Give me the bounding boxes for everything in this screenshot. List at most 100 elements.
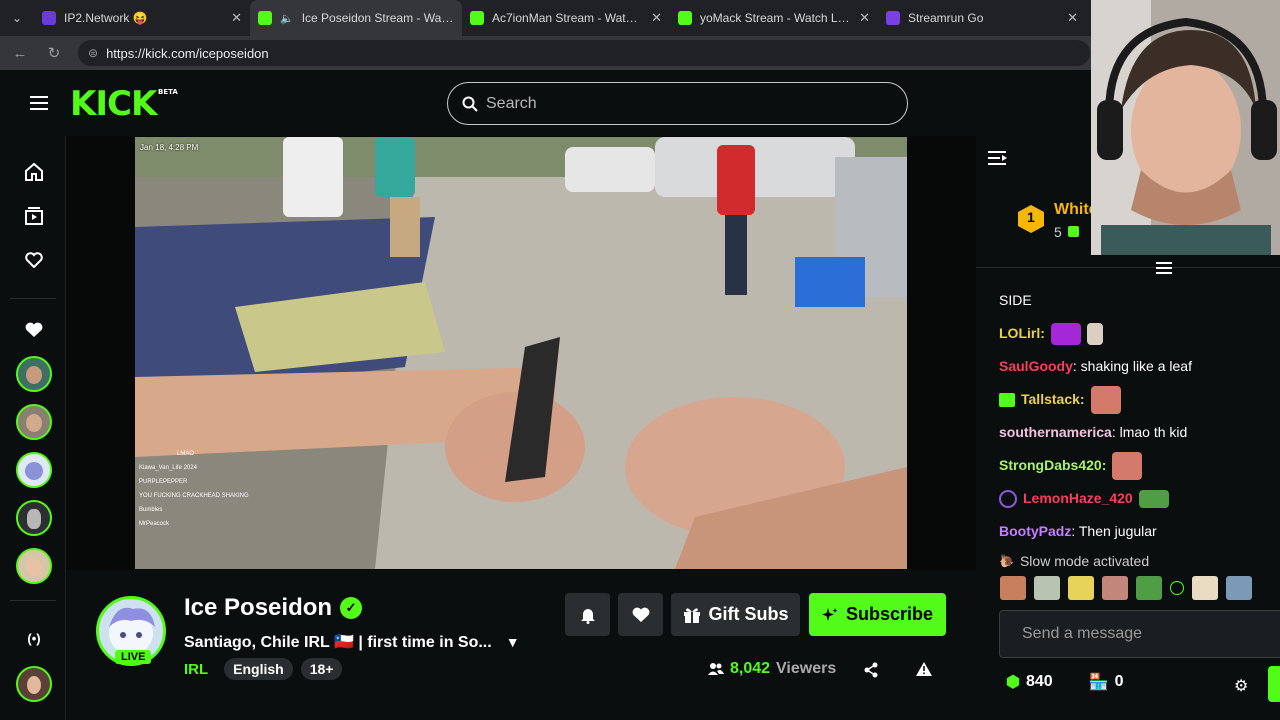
chat-username[interactable]: SIDE [999, 284, 1032, 317]
chat-username[interactable]: southernamerica [999, 416, 1112, 449]
subscribe-button[interactable]: Subscribe [809, 593, 946, 636]
close-tab-icon[interactable]: ✕ [859, 10, 870, 26]
quick-emote[interactable] [1226, 576, 1252, 600]
quick-emote[interactable] [1192, 576, 1218, 600]
kick-favicon-icon [678, 11, 692, 25]
browser-tab-iceposeidon[interactable]: 🔈 Ice Poseidon Stream - Watch Live on Ki… [250, 0, 462, 36]
viewers-label: Viewers [776, 660, 837, 677]
chat-send-button[interactable] [1268, 666, 1280, 702]
send-message-input[interactable] [1000, 611, 1260, 657]
notification-bell-button[interactable] [565, 593, 610, 636]
viewer-number: 8,042 [730, 660, 771, 677]
chat-username[interactable]: SaulGoody [999, 350, 1073, 383]
emote-image [1050, 322, 1081, 345]
tag-english[interactable]: English [224, 658, 293, 680]
close-tab-icon[interactable]: ✕ [651, 10, 662, 26]
expand-chevron-icon[interactable]: ▼ [506, 634, 520, 650]
tab-search-chevron-icon[interactable]: ⌄ [0, 11, 34, 25]
follow-button[interactable] [618, 593, 663, 636]
browser-tab-ip2[interactable]: IP2.Network 😝 ✕ [34, 0, 250, 36]
collapse-chat-icon[interactable] [988, 150, 1008, 171]
chat-username[interactable]: StrongDabs420: [999, 449, 1106, 482]
live-broadcast-icon[interactable]: (•) [22, 626, 46, 650]
report-warning-icon[interactable] [915, 661, 933, 682]
video-overlay-chat: LMAO Kiawa_Van_Life 2024 PURPLEPEPPER YO… [139, 447, 249, 531]
browse-icon[interactable] [22, 204, 46, 228]
quick-emote[interactable] [1000, 576, 1026, 600]
browser-tab-ac7ionman[interactable]: Ac7ionMan Stream - Watch Live on Kick ✕ [462, 0, 670, 36]
followed-channel-avatar[interactable] [16, 666, 52, 702]
overlay-chat-line: YOU FUCKING CRACKHEAD SHAKING [139, 493, 249, 499]
chat-username[interactable]: LOLirl: [999, 317, 1045, 350]
quick-emote[interactable] [1170, 581, 1184, 595]
overlay-chat-line: PURPLEPEPPER [139, 479, 188, 485]
channel-name[interactable]: Ice Poseidon [184, 594, 332, 622]
quick-emote[interactable] [1034, 576, 1060, 600]
search-box[interactable] [447, 82, 908, 125]
speaker-icon[interactable]: 🔈 [280, 12, 294, 25]
divider [10, 298, 56, 299]
expand-leaderboard-icon[interactable] [1156, 262, 1172, 274]
chat-username[interactable]: BootyPadz [999, 515, 1071, 548]
close-tab-icon[interactable]: ✕ [231, 10, 242, 26]
share-icon[interactable] [863, 662, 879, 683]
stream-tags: IRL English 18+ [184, 658, 343, 680]
chat-message: BootyPadz : Then jugular [999, 515, 1279, 548]
gift-icon [683, 607, 700, 623]
url-text: https://kick.com/iceposeidon [106, 45, 269, 61]
followed-channel-avatar[interactable] [16, 500, 52, 536]
logo-text: KICK [70, 84, 157, 124]
kick-page: KICK BETA (•) [0, 70, 1280, 720]
video-frame[interactable]: Jan 18, 4:28 PM LMAO Kiawa_Van_Life 2024… [135, 137, 907, 569]
home-icon[interactable] [22, 160, 46, 184]
og-badge-icon [999, 489, 1017, 508]
search-input[interactable] [486, 94, 866, 113]
url-field[interactable]: ⊜ https://kick.com/iceposeidon [78, 40, 1090, 66]
kick-logo[interactable]: KICK BETA [70, 84, 178, 124]
rank-number: 1 [1027, 209, 1035, 225]
store-icon[interactable]: 🏪 [1089, 672, 1109, 692]
back-arrow-icon[interactable]: ← [10, 45, 30, 62]
following-heart-icon[interactable] [22, 248, 46, 272]
stream-title: Santiago, Chile IRL 🇨🇱 | first time in S… [184, 634, 492, 651]
browser-tab-yomack[interactable]: yoMack Stream - Watch Live on Kick ✕ [670, 0, 878, 36]
video-timestamp: Jan 18, 4:28 PM [140, 143, 199, 152]
chat-message: Tallstack: [999, 383, 1279, 416]
quick-emote[interactable] [1068, 576, 1094, 600]
viewers-icon [708, 663, 724, 675]
divider [10, 600, 56, 601]
followed-channel-avatar[interactable] [16, 548, 52, 584]
subscribe-label: Subscribe [845, 604, 934, 624]
close-tab-icon[interactable]: ✕ [1067, 10, 1078, 26]
stream-title-row: Santiago, Chile IRL 🇨🇱 | first time in S… [184, 632, 520, 652]
video-player[interactable]: Jan 18, 4:28 PM LMAO Kiawa_Van_Life 2024… [66, 136, 976, 570]
overlay-chat-line: Kiawa_Van_Life 2024 [139, 465, 197, 471]
category-link[interactable]: IRL [184, 661, 208, 678]
menu-hamburger-icon[interactable] [30, 96, 48, 110]
chat-username[interactable]: LemonHaze_420 [1023, 482, 1133, 515]
followed-channel-avatar[interactable] [16, 452, 52, 488]
quick-emote[interactable] [1102, 576, 1128, 600]
tag-18plus[interactable]: 18+ [300, 658, 343, 680]
site-info-icon[interactable]: ⊜ [88, 46, 98, 60]
followed-heart-icon [22, 318, 46, 342]
slow-mode-text: Slow mode activated [1019, 553, 1150, 569]
browser-tab-streamrun[interactable]: Streamrun Go ✕ [878, 0, 1086, 36]
live-badge: LIVE [115, 650, 152, 664]
quick-emote[interactable] [1136, 576, 1162, 600]
chat-input-box[interactable] [999, 610, 1280, 658]
left-sidebar: (•) [0, 136, 66, 720]
chat-username[interactable]: Tallstack: [1021, 383, 1085, 416]
reload-icon[interactable]: ↻ [44, 44, 64, 62]
chat-message: SIDE [999, 284, 1279, 317]
streamrun-favicon-icon [886, 11, 900, 25]
followed-channel-avatar[interactable] [16, 404, 52, 440]
emote-image [1112, 451, 1143, 480]
search-icon [462, 96, 478, 112]
chat-settings-gear-icon[interactable]: ⚙ [1234, 676, 1248, 696]
overlay-chat-line: Bumbles [139, 507, 163, 513]
gift-subs-button[interactable]: Gift Subs [671, 593, 800, 636]
points-icon[interactable]: ⬢ [1006, 672, 1020, 692]
quick-emote-row [1000, 576, 1252, 600]
followed-channel-avatar[interactable] [16, 356, 52, 392]
